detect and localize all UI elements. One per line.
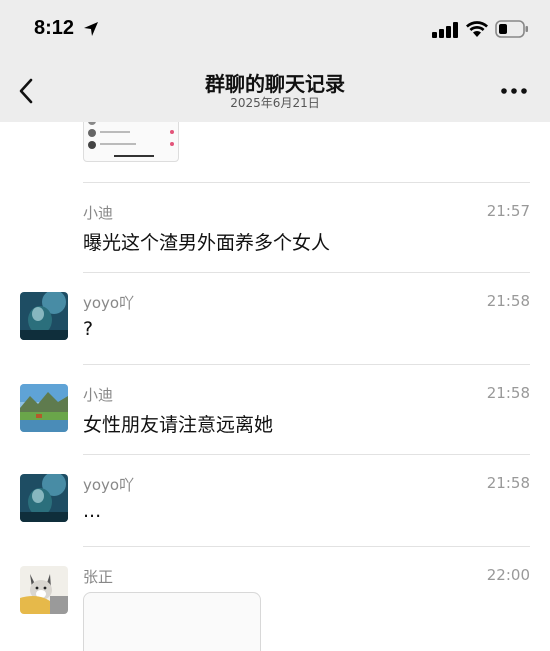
cellular-signal-icon: [432, 22, 458, 38]
avatar[interactable]: [20, 474, 68, 522]
message-time: 22:00: [486, 566, 530, 584]
sender-name: 张正: [83, 568, 114, 586]
message-time: 21:58: [486, 292, 530, 310]
sender-name: yoyo吖: [83, 476, 135, 494]
avatar[interactable]: [20, 292, 68, 340]
avatar[interactable]: [20, 384, 68, 432]
status-bar: 8:12: [0, 0, 550, 60]
message-text: ...: [83, 500, 102, 522]
message-text: 女性朋友请注意远离她: [83, 414, 274, 436]
wifi-icon: [466, 21, 488, 37]
list-item[interactable]: 张正 22:00: [0, 546, 550, 651]
image-message-thumbnail[interactable]: [83, 122, 179, 162]
avatar[interactable]: [20, 566, 68, 614]
message-time: 21:57: [486, 202, 530, 220]
nav-bar: 群聊的聊天记录 2025年6月21日: [0, 60, 550, 122]
battery-icon: [495, 20, 528, 38]
message-time: 21:58: [486, 474, 530, 492]
message-text: ?: [83, 318, 94, 340]
list-item[interactable]: 小迪 21:57 曝光这个渣男外面养多个女人: [0, 182, 550, 272]
list-item[interactable]: 小迪 21:58 女性朋友请注意远离她: [0, 364, 550, 454]
more-options-icon[interactable]: [501, 88, 527, 94]
message-time: 21:58: [486, 384, 530, 402]
page-subtitle-date: 2025年6月21日: [230, 96, 320, 110]
location-arrow-icon: [84, 22, 98, 36]
list-item[interactable]: yoyo吖 21:58 ...: [0, 454, 550, 546]
list-item[interactable]: yoyo吖 21:58 ?: [0, 272, 550, 364]
sender-name: 小迪: [83, 204, 114, 222]
message-text: 曝光这个渣男外面养多个女人: [83, 232, 331, 254]
sender-name: 小迪: [83, 386, 114, 404]
image-message[interactable]: [83, 592, 261, 651]
page-title: 群聊的聊天记录: [205, 72, 345, 96]
chat-record-list[interactable]: 小迪 21:57 曝光这个渣男外面养多个女人 yoyo吖 21:58 ? 小迪 …: [0, 122, 550, 651]
sender-name: yoyo吖: [83, 294, 135, 312]
status-time: 8:12: [34, 17, 75, 39]
